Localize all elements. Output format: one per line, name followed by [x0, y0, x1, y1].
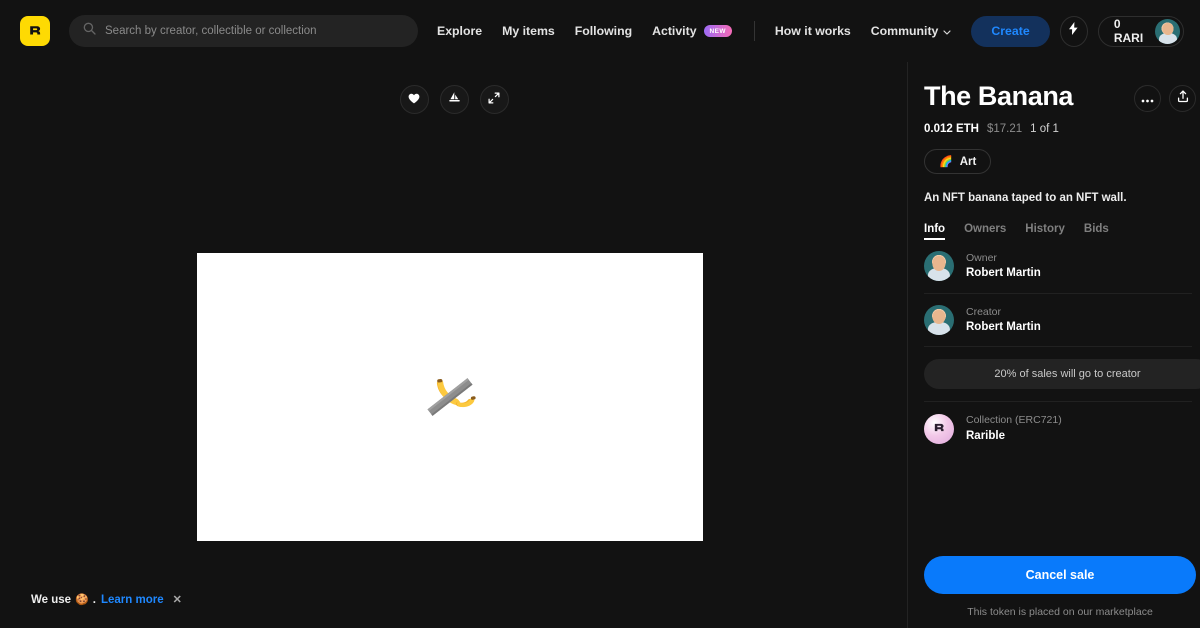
cta-note: This token is placed on our marketplace	[967, 606, 1153, 618]
tab-history[interactable]: History	[1025, 223, 1065, 240]
owner-role-label: Owner	[966, 252, 997, 264]
artwork-panel: We use 🍪 . Learn more ✕	[0, 62, 908, 628]
tab-info[interactable]: Info	[924, 223, 946, 240]
lightning-bolt-button[interactable]	[1059, 15, 1088, 47]
creator-role-label: Creator	[966, 305, 1002, 318]
cta-section: Cancel sale This token is placed on our …	[924, 556, 1196, 618]
royalty-banner: 20% of sales will go to creator	[924, 359, 1200, 390]
royalty-section: 20% of sales will go to creator	[924, 359, 1200, 403]
share-upload-icon	[1177, 89, 1189, 108]
nav-label: My items	[502, 24, 555, 38]
lightning-bolt-icon	[1068, 22, 1079, 40]
creator-name: Robert Martin	[966, 320, 1041, 333]
owner-row[interactable]: Owner Robert Martin	[924, 240, 1192, 294]
top-navigation-bar: Explore My items Following Activity NEW …	[0, 0, 1200, 62]
nav-item-activity[interactable]: Activity NEW	[652, 24, 732, 38]
edition-count: 1 of 1	[1030, 123, 1059, 135]
search-input[interactable]	[105, 25, 404, 37]
owner-name: Robert Martin	[966, 267, 1041, 280]
creator-row[interactable]: Creator Robert Martin	[924, 294, 1192, 348]
collection-role-label: Collection (ERC721)	[966, 414, 1062, 427]
nft-details-sidebar: The Banana 0.012 ETH $17.21 1 of 1 🌈 Art…	[909, 62, 1200, 628]
title-actions	[1134, 85, 1196, 112]
price-eth: 0.012 ETH	[924, 123, 979, 135]
creator-avatar	[924, 305, 954, 336]
collection-avatar	[924, 413, 954, 444]
nav-label: Explore	[437, 24, 483, 38]
detail-tabs: Info Owners History Bids	[924, 223, 1200, 240]
nav-item-explore[interactable]: Explore	[437, 24, 482, 38]
rainbow-icon: 🌈	[939, 156, 953, 168]
new-badge: NEW	[703, 25, 732, 37]
main-nav: Explore My items Following Activity NEW …	[437, 21, 971, 41]
expand-arrows-icon	[488, 91, 500, 109]
collection-row[interactable]: Collection (ERC721) Rarible	[924, 402, 1192, 455]
cookie-icon: 🍪	[75, 594, 89, 606]
opensea-button[interactable]	[439, 85, 469, 114]
owner-avatar	[924, 251, 954, 282]
rari-balance-label: 0 RARI	[1113, 17, 1144, 45]
rari-balance-button[interactable]: 0 RARI	[1097, 15, 1184, 47]
cancel-sale-button[interactable]: Cancel sale	[924, 556, 1196, 594]
avatar[interactable]	[1155, 18, 1180, 44]
category-tag-art[interactable]: 🌈 Art	[924, 149, 992, 174]
price-usd: $17.21	[986, 123, 1023, 135]
price-row: 0.012 ETH $17.21 1 of 1	[924, 123, 1200, 135]
title-row: The Banana	[924, 82, 1200, 112]
tab-owners[interactable]: Owners	[964, 223, 1006, 240]
learn-more-link[interactable]: Learn more	[101, 594, 164, 606]
opensea-sailboat-icon	[448, 91, 461, 109]
close-icon[interactable]: ✕	[173, 593, 182, 606]
nav-item-how-it-works[interactable]: How it works	[775, 24, 851, 38]
cookie-banner: We use 🍪 . Learn more ✕	[31, 593, 182, 607]
banana-taped-image	[427, 378, 476, 416]
like-button[interactable]	[399, 85, 429, 114]
search-icon	[83, 22, 96, 40]
tab-bids[interactable]: Bids	[1084, 223, 1109, 240]
create-button[interactable]: Create	[971, 15, 1050, 47]
chevron-down-icon	[943, 24, 951, 38]
artwork-canvas[interactable]	[197, 253, 703, 541]
more-options-button[interactable]	[1134, 85, 1161, 112]
fullscreen-button[interactable]	[479, 85, 509, 114]
nft-description: An NFT banana taped to an NFT wall.	[924, 192, 1127, 204]
nav-label: Community	[870, 24, 939, 38]
nav-item-community[interactable]: Community	[871, 24, 952, 38]
search-bar[interactable]	[69, 15, 418, 47]
share-button[interactable]	[1169, 85, 1196, 112]
nav-label: How it works	[774, 24, 851, 38]
cookie-separator: .	[92, 593, 96, 606]
nav-item-my-items[interactable]: My items	[502, 24, 555, 38]
collection-name: Rarible	[966, 429, 1005, 442]
rarible-logo-icon[interactable]	[20, 16, 50, 46]
ellipsis-icon	[1141, 90, 1154, 108]
page-title: The Banana	[924, 81, 1074, 111]
nav-label: Following	[574, 24, 633, 38]
artwork-action-bar	[0, 85, 908, 114]
cookie-text: We use	[31, 593, 72, 606]
nav-label: Activity	[652, 24, 697, 38]
nav-item-following[interactable]: Following	[575, 24, 632, 38]
header-actions: Create 0 RARI	[971, 15, 1184, 47]
heart-icon	[408, 91, 420, 109]
category-tag-label: Art	[959, 155, 977, 168]
nav-divider	[753, 21, 755, 41]
